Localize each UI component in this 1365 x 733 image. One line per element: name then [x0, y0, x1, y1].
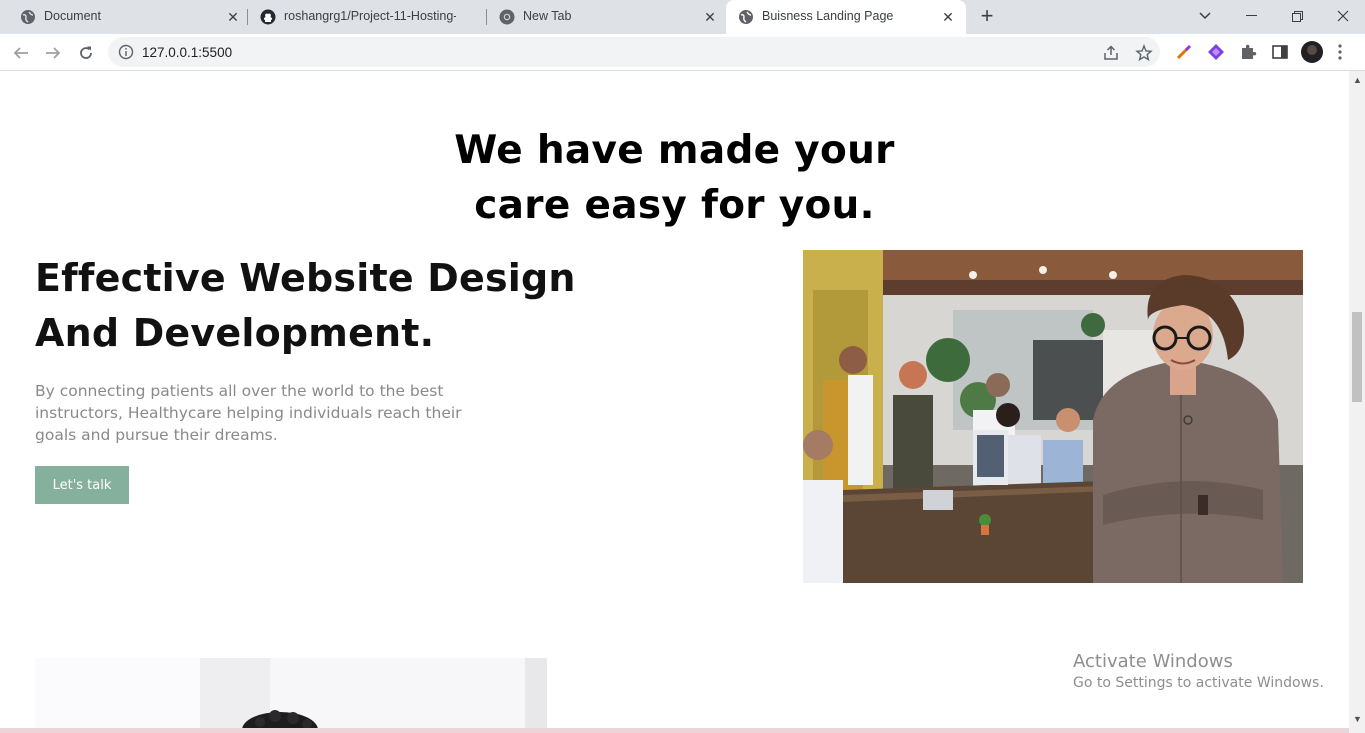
- back-button[interactable]: [8, 40, 34, 66]
- feature-heading-line: Effective Website Design: [35, 256, 576, 300]
- scroll-down-arrow-icon[interactable]: ▼: [1353, 715, 1362, 724]
- tab-business-landing-page[interactable]: Buisness Landing Page ✕: [726, 0, 966, 34]
- chevron-down-icon: [1199, 12, 1211, 20]
- section-heading: We have made your care easy for you.: [0, 123, 1349, 233]
- lets-talk-button[interactable]: Let's talk: [35, 466, 129, 504]
- page-viewport: We have made your care easy for you. Eff…: [0, 71, 1349, 733]
- globe-icon: [21, 10, 35, 24]
- close-window-button[interactable]: [1320, 0, 1365, 32]
- feature-heading: Effective Website Design And Development…: [35, 251, 576, 361]
- close-icon: [1337, 10, 1349, 22]
- share-icon[interactable]: [1102, 44, 1120, 62]
- tab-new-tab[interactable]: New Tab ✕: [487, 0, 725, 34]
- vertical-scrollbar[interactable]: ▲ ▼: [1349, 71, 1365, 733]
- globe-icon: [739, 10, 753, 24]
- info-icon[interactable]: [118, 44, 134, 60]
- tab-title: roshangrg1/Project-11-Hosting-: [284, 9, 456, 23]
- address-bar[interactable]: 127.0.0.1:5500: [108, 37, 1160, 67]
- tab-title: New Tab: [523, 9, 572, 23]
- scroll-up-arrow-icon[interactable]: ▲: [1353, 76, 1362, 85]
- reload-button[interactable]: [73, 40, 99, 66]
- reload-icon: [80, 46, 92, 59]
- tab-title: Document: [44, 9, 101, 23]
- section-heading-line: care easy for you.: [474, 183, 875, 228]
- side-panel-icon[interactable]: [1271, 43, 1289, 61]
- chrome-icon: [499, 9, 515, 25]
- watermark-subtitle: Go to Settings to activate Windows.: [1073, 675, 1324, 691]
- extension-purple-icon[interactable]: [1207, 43, 1225, 61]
- color-picker-extension-icon[interactable]: [1175, 43, 1193, 61]
- page-bottom-strip: [0, 728, 1349, 733]
- new-tab-button[interactable]: +: [976, 5, 998, 28]
- section-heading-line: We have made your: [454, 128, 895, 173]
- profile-avatar[interactable]: [1301, 41, 1323, 63]
- menu-dots-icon[interactable]: [1336, 43, 1344, 61]
- close-icon[interactable]: ✕: [224, 8, 242, 26]
- tab-title: Buisness Landing Page: [762, 9, 894, 23]
- forward-arrow-icon: [46, 47, 61, 59]
- tab-search-button[interactable]: [1182, 0, 1228, 32]
- scrollbar-thumb[interactable]: [1352, 312, 1362, 402]
- watermark-title: Activate Windows: [1073, 651, 1233, 672]
- feature-description: By connecting patients all over the worl…: [35, 382, 462, 444]
- tab-strip: Document ✕ roshangrg1/Project-11-Hosting…: [0, 0, 1365, 34]
- close-icon[interactable]: ✕: [701, 8, 719, 26]
- tab-github[interactable]: roshangrg1/Project-11-Hosting-: [248, 0, 486, 34]
- url-text[interactable]: 127.0.0.1:5500: [142, 45, 232, 60]
- tab-document[interactable]: Document ✕: [8, 0, 246, 34]
- back-arrow-icon: [13, 47, 28, 59]
- person-photo: [35, 658, 547, 733]
- restore-icon: [1291, 10, 1303, 22]
- github-icon: [260, 9, 276, 25]
- browser-toolbar: 127.0.0.1:5500: [0, 34, 1365, 71]
- office-team-photo: [803, 250, 1303, 583]
- minimize-icon: [1245, 15, 1257, 16]
- bookmark-star-icon[interactable]: [1135, 44, 1153, 62]
- minimize-button[interactable]: [1228, 0, 1274, 32]
- feature-heading-line: And Development.: [35, 311, 435, 355]
- extensions-puzzle-icon[interactable]: [1239, 43, 1257, 61]
- close-icon[interactable]: ✕: [939, 8, 957, 26]
- activate-windows-watermark: Activate Windows Go to Settings to activ…: [1073, 651, 1324, 691]
- forward-button[interactable]: [40, 40, 66, 66]
- restore-button[interactable]: [1274, 0, 1320, 32]
